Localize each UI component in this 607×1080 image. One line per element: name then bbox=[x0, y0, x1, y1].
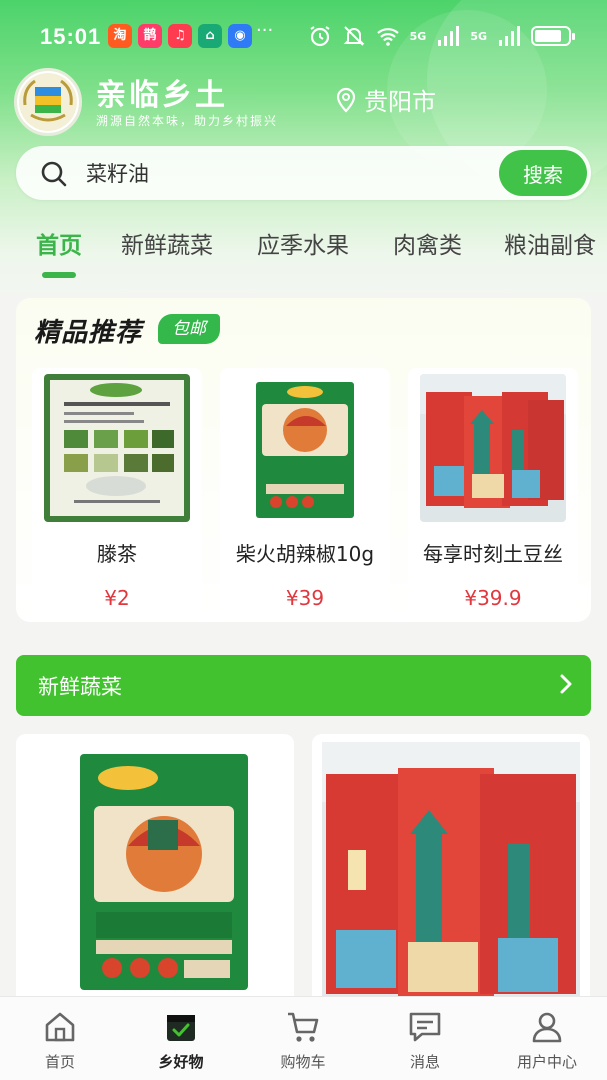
brand-slogan: 溯源自然本味，助力乡村振兴 bbox=[96, 114, 279, 128]
product-image-chili-large bbox=[16, 734, 294, 1014]
featured-title: 精品推荐 bbox=[34, 318, 143, 348]
active-tab-indicator bbox=[42, 272, 76, 278]
product-name: 每享时刻土豆丝 bbox=[423, 542, 563, 566]
tab-grain-oil[interactable]: 粮油副食 bbox=[504, 226, 596, 260]
news-app-icon: 鹊 bbox=[138, 24, 162, 48]
product-price: ¥39.9 bbox=[464, 586, 522, 610]
alarm-icon bbox=[310, 26, 330, 47]
product-card[interactable] bbox=[312, 734, 590, 1014]
location-selector[interactable]: 贵阳市 bbox=[334, 82, 436, 117]
location-pin-icon bbox=[336, 87, 356, 113]
signal-icon bbox=[499, 26, 520, 46]
taobao-app-icon: 淘 bbox=[108, 24, 132, 48]
nav-cart[interactable]: 购物车 bbox=[243, 997, 363, 1080]
nav-label: 乡好物 bbox=[158, 1053, 204, 1071]
nav-label: 购物车 bbox=[280, 1053, 326, 1071]
nav-label: 用户中心 bbox=[516, 1053, 577, 1071]
section-header-fresh-vegetables[interactable]: 新鲜蔬菜 bbox=[16, 655, 591, 716]
browser-app-icon: ◉ bbox=[228, 24, 252, 48]
location-label: 贵阳市 bbox=[364, 88, 436, 116]
wifi-icon bbox=[376, 28, 399, 46]
product-image-chili bbox=[232, 374, 378, 522]
section-title: 新鲜蔬菜 bbox=[38, 675, 122, 699]
message-icon bbox=[409, 1012, 441, 1042]
nav-goods[interactable]: 乡好物 bbox=[121, 997, 241, 1080]
nav-home[interactable]: 首页 bbox=[0, 997, 120, 1080]
product-image-tea bbox=[44, 374, 190, 522]
featured-section: 精品推荐 包邮 滕茶 ¥2 柴火胡辣椒10g ¥39 每享时刻土豆丝 ¥39.9 bbox=[16, 298, 591, 622]
free-shipping-badge: 包邮 bbox=[158, 314, 220, 344]
product-card[interactable]: 滕茶 ¥2 bbox=[32, 368, 202, 622]
user-icon bbox=[532, 1012, 562, 1043]
status-time: 15:01 bbox=[40, 24, 102, 49]
category-tabs: 首页 新鲜蔬菜 应季水果 肉禽类 粮油副食 bbox=[0, 226, 607, 282]
product-price: ¥39 bbox=[285, 586, 325, 610]
network-type-label: 5G bbox=[409, 29, 427, 43]
search-button[interactable]: 搜索 bbox=[499, 150, 587, 196]
app-header: 亲临乡土 溯源自然本味，助力乡村振兴 贵阳市 bbox=[0, 66, 607, 136]
signal-icon bbox=[438, 26, 460, 46]
music-app-icon: ♫ bbox=[168, 24, 192, 48]
tab-seasonal-fruits[interactable]: 应季水果 bbox=[257, 226, 349, 260]
bottom-navigation: 首页 乡好物 购物车 消息 用户中心 bbox=[0, 996, 607, 1080]
home-icon bbox=[45, 1012, 75, 1042]
product-image-potato-large bbox=[312, 734, 590, 1014]
nav-user-center[interactable]: 用户中心 bbox=[487, 997, 607, 1080]
home-app-icon: ⌂ bbox=[198, 24, 222, 48]
product-image-potato bbox=[420, 374, 566, 522]
network-type-label: 5G bbox=[470, 29, 487, 43]
nav-label: 首页 bbox=[44, 1053, 75, 1071]
tab-fresh-vegetables[interactable]: 新鲜蔬菜 bbox=[121, 226, 213, 260]
notification-app-icons: 淘 鹊 ♫ ⌂ ◉ bbox=[108, 24, 252, 48]
product-name: 柴火胡辣椒10g bbox=[235, 542, 375, 566]
cart-icon bbox=[288, 1012, 319, 1042]
more-notifications-icon: ··· bbox=[256, 20, 274, 41]
goods-box-icon bbox=[167, 1015, 195, 1041]
battery-icon bbox=[531, 26, 575, 46]
product-name: 滕茶 bbox=[97, 542, 137, 566]
product-card[interactable]: 每享时刻土豆丝 ¥39.9 bbox=[408, 368, 578, 622]
search-icon bbox=[41, 161, 67, 187]
product-card[interactable]: 柴火胡辣椒10g ¥39 bbox=[220, 368, 390, 622]
chevron-right-icon bbox=[560, 674, 572, 694]
product-card[interactable] bbox=[16, 734, 294, 1014]
brand-name: 亲临乡土 bbox=[96, 78, 228, 113]
tab-home[interactable]: 首页 bbox=[36, 226, 82, 260]
search-input[interactable] bbox=[86, 146, 416, 200]
tab-meat-poultry[interactable]: 肉禽类 bbox=[393, 226, 462, 260]
status-bar: 15:01 淘 鹊 ♫ ⌂ ◉ ··· 5G 5G bbox=[0, 18, 607, 58]
product-price: ¥2 bbox=[104, 586, 130, 610]
nav-label: 消息 bbox=[409, 1053, 440, 1071]
mute-bell-icon bbox=[343, 26, 365, 46]
nav-messages[interactable]: 消息 bbox=[365, 997, 485, 1080]
brand-logo bbox=[14, 68, 82, 136]
search-bar: 搜索 bbox=[16, 146, 591, 200]
